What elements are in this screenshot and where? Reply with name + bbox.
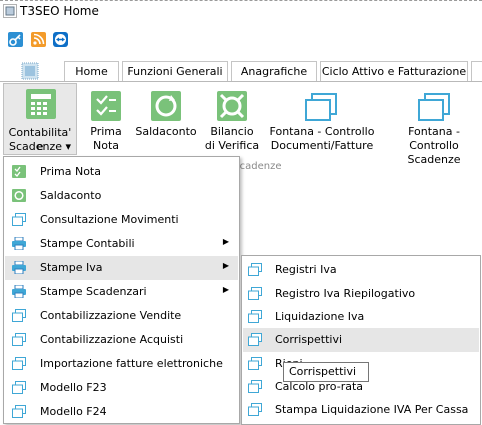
menu-item-stampe-iva[interactable]: Stampe Iva ▶ [5,256,238,280]
tab-ciclo-attivo[interactable]: Ciclo Attivo e Fatturazione [320,61,468,81]
window-icon [248,357,262,370]
window-icon [12,309,26,322]
menu-item-saldaconto[interactable]: Saldaconto [5,184,238,208]
window-icon [248,263,262,276]
window-icon [12,405,26,418]
saldaconto-icon [12,189,26,202]
submenu-item-liquidazione-iva[interactable]: Liquidazione Iva [243,305,479,329]
menu-item-label: Prima Nota [40,165,101,178]
submenu-arrow-icon: ▶ [222,237,229,246]
menu-item-label: Consultazione Movimenti [40,213,179,226]
window-icon [305,93,337,121]
submenu-item-registri-iva[interactable]: Registri Iva [243,258,479,282]
window-icon [12,357,26,370]
app-menu-button[interactable] [20,61,40,81]
printer-icon [12,261,26,274]
contabilita-label-2: Scadenze ▾ [8,140,72,153]
tab-home[interactable]: Home [64,61,119,81]
prima-nota-icon [91,91,121,121]
app-icon [3,4,17,18]
contabilita-dropdown-menu: Prima Nota Saldaconto Consultazione Movi… [3,156,240,424]
window-icon [248,310,262,323]
menu-item-prima-nota[interactable]: Prima Nota [5,160,238,184]
rss-icon[interactable] [31,32,46,47]
window-title: T3SEO Home [20,4,99,18]
menu-item-label: Importazione fatture elettroniche [40,357,223,370]
fontana-documenti-label-1: Fontana - Controllo [269,125,375,138]
menu-item-contabilizzazione-vendite[interactable]: Contabilizzazione Vendite [5,304,238,328]
bilancio-verifica-button[interactable]: Bilancio di Verifica [204,84,260,156]
tab-funzioni-generali[interactable]: Funzioni Generali [122,61,228,81]
submenu-item-label: Liquidazione Iva [275,310,365,323]
printer-icon [12,237,26,250]
submenu-arrow-icon: ▶ [222,261,229,270]
tooltip: Corrispettivi [283,362,369,382]
saldaconto-label: Saldaconto [135,125,197,138]
contabilita-scadenze-button[interactable]: Contabilita' e Scadenze ▾ [3,83,77,155]
prima-nota-label-1: Prima [90,125,122,138]
fontana-scadenze-button[interactable]: Fontana - Controllo Scadenze [382,84,482,166]
submenu-item-corrispettivi[interactable]: Corrispettivi [243,328,479,352]
window-icon [248,287,262,300]
prima-nota-icon [12,165,26,178]
menu-item-consultazione-movimenti[interactable]: Consultazione Movimenti [5,208,238,232]
title-bar-border [0,0,482,1]
app-menu-icon [21,62,39,80]
bilancio-label-2: di Verifica [204,139,260,152]
prima-nota-label-2: Nota [92,139,119,152]
submenu-arrow-icon: ▶ [222,285,229,294]
prima-nota-button[interactable]: Prima Nota [84,84,128,156]
submenu-item-stampa-liquidazione-iva-cassa[interactable]: Stampa Liquidazione IVA Per Cassa [243,398,479,422]
bilancio-label-1: Bilancio [210,125,254,138]
submenu-item-label: Stampa Liquidazione IVA Per Cassa [275,403,469,416]
fontana-documenti-button[interactable]: Fontana - Controllo Documenti/Fatture [265,84,379,156]
window-icon [12,333,26,346]
window-icon [248,333,262,346]
key-icon[interactable] [8,32,23,47]
tab-overflow[interactable] [471,61,482,81]
menu-item-importazione-fatture[interactable]: Importazione fatture elettroniche [5,352,238,376]
submenu-item-label: Registri Iva [275,263,337,276]
menu-item-label: Stampe Iva [40,261,103,274]
window-icon [12,381,26,394]
calculator-icon [26,89,56,119]
submenu-item-label: Registro Iva Riepilogativo [275,287,416,300]
fontana-scadenze-label-1: Fontana - [408,125,460,138]
saldaconto-icon [151,91,181,121]
menu-item-contabilizzazione-acquisti[interactable]: Contabilizzazione Acquisti [5,328,238,352]
stampe-iva-submenu: Registri Iva Registro Iva Riepilogativo … [241,255,481,425]
title-bar: T3SEO Home [0,0,482,23]
menu-item-label: Stampe Scadenzari [40,285,147,298]
menu-item-label: Modello F23 [40,381,107,394]
menu-item-stampe-contabili[interactable]: Stampe Contabili ▶ [5,232,238,256]
teamviewer-icon[interactable] [53,32,68,47]
window-icon [12,213,26,226]
window-icon [418,93,450,121]
submenu-item-label: Corrispettivi [275,333,343,346]
fontana-documenti-label-2: Documenti/Fatture [270,139,374,152]
window-icon [248,380,262,393]
window-icon [248,403,262,416]
menu-item-label: Saldaconto [40,189,102,202]
tab-anagrafiche[interactable]: Anagrafiche [231,61,317,81]
saldaconto-button[interactable]: Saldaconto [133,84,199,156]
menu-item-label: Contabilizzazione Acquisti [40,333,184,346]
menu-item-label: Contabilizzazione Vendite [40,309,182,322]
fontana-scadenze-label-2: Controllo Scadenze [407,139,461,166]
menu-item-modello-f23[interactable]: Modello F23 [5,376,238,400]
menu-item-modello-f24[interactable]: Modello F24 [5,400,238,424]
printer-icon [12,285,26,298]
menu-item-label: Stampe Contabili [40,237,135,250]
submenu-item-registro-iva-riepilogativo[interactable]: Registro Iva Riepilogativo [243,282,479,306]
menu-item-label: Modello F24 [40,405,107,418]
bilancio-icon [217,91,247,121]
menu-item-stampe-scadenzari[interactable]: Stampe Scadenzari ▶ [5,280,238,304]
